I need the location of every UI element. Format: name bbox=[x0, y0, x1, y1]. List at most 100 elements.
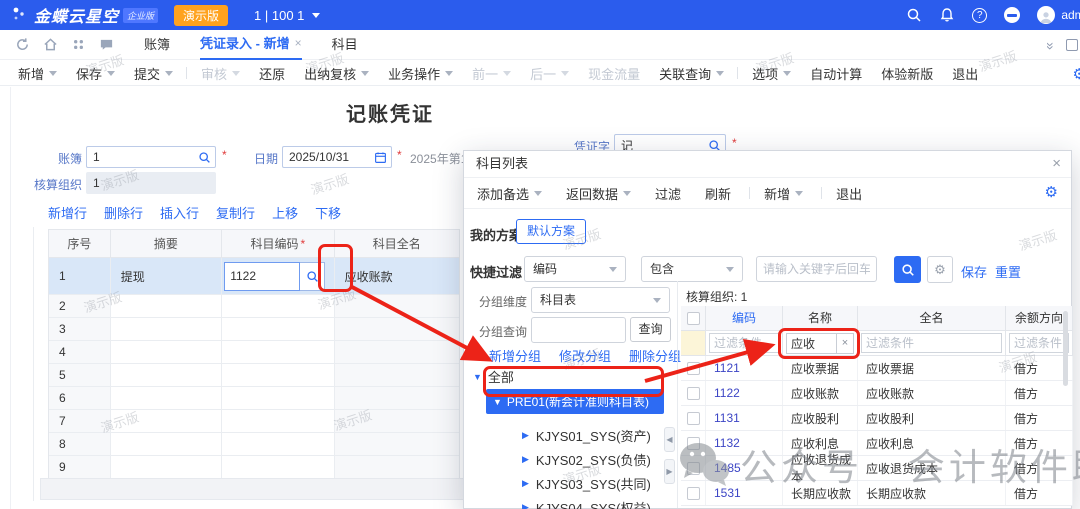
checkbox[interactable] bbox=[687, 387, 700, 400]
filter-cell[interactable] bbox=[858, 331, 1006, 355]
toolbar-button[interactable]: 退出 bbox=[952, 64, 978, 83]
row-action-link[interactable]: 删除行 bbox=[104, 203, 143, 222]
tab-item[interactable]: 科目 bbox=[332, 30, 358, 60]
message-icon[interactable] bbox=[99, 37, 114, 52]
filter-input[interactable] bbox=[1009, 333, 1069, 353]
search-icon[interactable] bbox=[906, 7, 922, 23]
cell-summary[interactable] bbox=[111, 364, 222, 386]
group-action-link[interactable]: 删除分组 bbox=[629, 346, 681, 365]
toolbar-button[interactable]: 出纳复核 bbox=[304, 64, 369, 83]
account-code-input[interactable]: 1122 bbox=[224, 262, 300, 291]
column-header[interactable]: 编码 bbox=[706, 306, 783, 330]
dialog-toolbar-button[interactable]: 退出 bbox=[836, 184, 862, 203]
checkbox[interactable] bbox=[687, 462, 700, 475]
subject-row[interactable]: 1485应收退货成本应收退货成本借方 bbox=[681, 456, 1073, 481]
group-action-link[interactable]: 修改分组 bbox=[559, 346, 611, 365]
close-icon[interactable]: × bbox=[295, 29, 302, 58]
voucher-row[interactable]: 2 bbox=[49, 295, 459, 318]
checkbox[interactable] bbox=[687, 312, 700, 325]
dialog-toolbar-button[interactable]: 返回数据 bbox=[566, 184, 631, 203]
filter-settings-button[interactable]: ⚙ bbox=[927, 256, 953, 283]
cell-account-code[interactable] bbox=[222, 410, 334, 432]
subject-row[interactable]: 1122应收账款应收账款借方 bbox=[681, 381, 1073, 406]
subject-row[interactable]: 1121应收票据应收票据借方 bbox=[681, 356, 1073, 381]
filter-input[interactable] bbox=[861, 333, 1002, 353]
checkbox-cell[interactable] bbox=[681, 356, 706, 380]
dialog-toolbar-button[interactable]: 刷新 bbox=[705, 184, 731, 203]
toolbar-button[interactable]: 自动计算 bbox=[810, 64, 862, 83]
filter-input[interactable] bbox=[709, 333, 779, 353]
row-action-link[interactable]: 复制行 bbox=[216, 203, 255, 222]
group-dimension-select[interactable]: 科目表 bbox=[531, 287, 670, 313]
reset-filter-link[interactable]: 重置 bbox=[995, 262, 1021, 281]
toolbar-button[interactable]: 关联查询 bbox=[659, 64, 724, 83]
tree-node[interactable]: ▶KJYS03_SYS(共同) bbox=[522, 471, 651, 495]
cell-account-code[interactable] bbox=[222, 341, 334, 363]
gear-icon[interactable]: ⚙ bbox=[1073, 65, 1080, 83]
group-action-link[interactable]: 新增分组 bbox=[489, 346, 541, 365]
checkbox[interactable] bbox=[687, 362, 700, 375]
checkbox-cell[interactable] bbox=[681, 406, 706, 430]
column-header[interactable]: 名称 bbox=[783, 306, 858, 330]
row-action-link[interactable]: 下移 bbox=[315, 203, 341, 222]
voucher-row[interactable]: 8 bbox=[49, 433, 459, 456]
scrollbar[interactable] bbox=[1063, 311, 1068, 386]
minimize-icon[interactable] bbox=[1004, 7, 1020, 23]
cell-summary[interactable] bbox=[111, 387, 222, 409]
toolbar-button[interactable]: 体验新版 bbox=[881, 64, 933, 83]
tree-root-node[interactable]: ▼全部 bbox=[473, 367, 514, 386]
column-header[interactable]: 全名 bbox=[858, 306, 1006, 330]
cell-summary[interactable] bbox=[111, 341, 222, 363]
cell-account-code[interactable] bbox=[222, 433, 334, 455]
avatar[interactable] bbox=[1037, 6, 1055, 24]
checkbox-cell[interactable] bbox=[681, 456, 706, 480]
cell-account-code[interactable] bbox=[222, 364, 334, 386]
toolbar-button[interactable]: 选项 bbox=[752, 64, 791, 83]
row-action-link[interactable]: 插入行 bbox=[160, 203, 199, 222]
cell-account-code[interactable] bbox=[222, 295, 334, 317]
voucher-row[interactable]: 5 bbox=[49, 364, 459, 387]
group-query-input[interactable] bbox=[531, 317, 626, 343]
cell-code[interactable]: 1122 bbox=[706, 381, 783, 405]
dialog-toolbar-button[interactable]: 添加备选 bbox=[477, 184, 542, 203]
search-button[interactable] bbox=[894, 256, 921, 283]
calendar-icon[interactable] bbox=[374, 151, 387, 164]
keyword-input[interactable] bbox=[756, 256, 877, 282]
toolbar-button[interactable]: 还原 bbox=[259, 64, 285, 83]
filter-operator-select[interactable]: 包含 bbox=[641, 256, 743, 282]
toolbar-button[interactable]: 提交 bbox=[134, 64, 173, 83]
name-filter-input[interactable]: 应收× bbox=[786, 333, 854, 354]
voucher-row[interactable]: 3 bbox=[49, 318, 459, 341]
bell-icon[interactable] bbox=[939, 7, 955, 23]
collapse-left-handle[interactable]: ◀ bbox=[664, 427, 675, 452]
save-filter-link[interactable]: 保存 bbox=[961, 262, 987, 281]
filter-field-select[interactable]: 编码 bbox=[524, 256, 626, 282]
cell-summary[interactable] bbox=[111, 433, 222, 455]
dialog-toolbar-button[interactable]: 过滤 bbox=[655, 184, 681, 203]
book-field[interactable]: 1 bbox=[86, 146, 216, 168]
row-action-link[interactable]: 上移 bbox=[272, 203, 298, 222]
tree-node[interactable]: ▶KJYS02_SYS(负债) bbox=[522, 447, 651, 471]
cell-account-code[interactable] bbox=[222, 387, 334, 409]
cell-summary[interactable]: 提现 bbox=[111, 258, 222, 294]
toolbar-button[interactable]: 业务操作 bbox=[388, 64, 453, 83]
cell-summary[interactable] bbox=[111, 456, 222, 478]
cell-account-code[interactable] bbox=[222, 318, 334, 340]
query-button[interactable]: 查询 bbox=[630, 317, 671, 342]
filter-cell[interactable]: 应收× bbox=[783, 331, 858, 355]
voucher-row[interactable]: 1提现1122应收账款 bbox=[49, 258, 459, 295]
cell-summary[interactable] bbox=[111, 295, 222, 317]
fullscreen-icon[interactable] bbox=[1066, 39, 1078, 51]
gear-icon[interactable]: ⚙ bbox=[1045, 183, 1058, 201]
checkbox-cell[interactable] bbox=[681, 431, 706, 455]
checkbox-cell[interactable] bbox=[681, 381, 706, 405]
row-action-link[interactable]: 新增行 bbox=[48, 203, 87, 222]
account-lookup-button[interactable] bbox=[300, 262, 325, 291]
tree-selected-node[interactable]: ▼PRE01(新会计准则科目表) bbox=[486, 389, 664, 414]
cell-account-code[interactable] bbox=[222, 456, 334, 478]
apps-grid-icon[interactable] bbox=[71, 37, 86, 52]
cell-code[interactable]: 1121 bbox=[706, 356, 783, 380]
tree-node[interactable]: ▶KJYS04_SYS(权益) bbox=[522, 495, 651, 509]
toolbar-button[interactable]: 保存 bbox=[76, 64, 115, 83]
subject-row[interactable]: 1132应收利息应收利息借方 bbox=[681, 431, 1073, 456]
